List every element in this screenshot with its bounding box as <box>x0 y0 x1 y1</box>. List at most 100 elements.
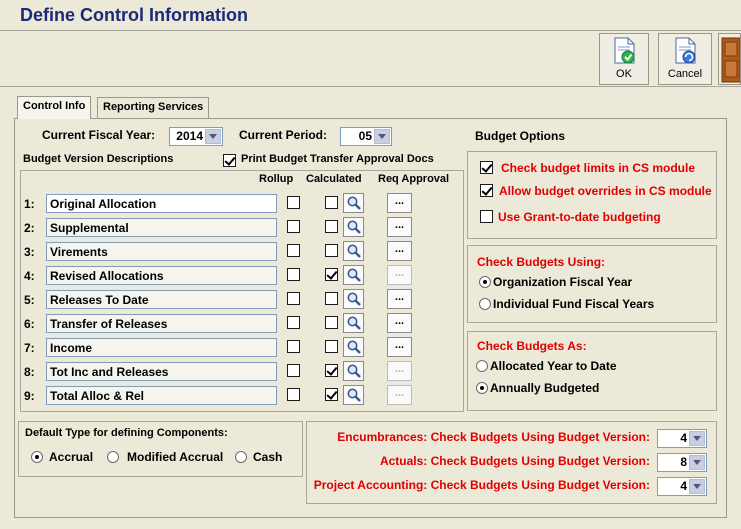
rollup-checkbox[interactable] <box>287 340 300 353</box>
org-fiscal-year-label: Organization Fiscal Year <box>493 275 633 289</box>
project-accounting-label: Project Accounting: Check Budgets Using … <box>313 478 650 492</box>
lookup-button[interactable] <box>343 313 364 333</box>
check-limits-label: Check budget limits in CS module <box>501 161 696 175</box>
req-approval-button[interactable]: ... <box>387 289 412 309</box>
magnifier-icon <box>347 340 361 354</box>
actuals-version-value: 8 <box>680 455 687 469</box>
budget-version-label: Budget Version Descriptions <box>23 153 174 165</box>
encumbrances-label: Encumbrances: Check Budgets Using Budget… <box>337 430 650 444</box>
version-number: 1: <box>24 197 35 211</box>
version-description-input[interactable]: Tot Inc and Releases <box>46 362 277 381</box>
version-description-input[interactable]: Income <box>46 338 277 357</box>
calculated-checkbox[interactable] <box>325 268 338 281</box>
calculated-checkbox[interactable] <box>325 292 338 305</box>
calculated-checkbox[interactable] <box>325 220 338 233</box>
version-description-input[interactable]: Original Allocation <box>46 194 277 213</box>
rollup-checkbox[interactable] <box>287 244 300 257</box>
rollup-checkbox[interactable] <box>287 268 300 281</box>
tab-reporting-services[interactable]: Reporting Services <box>97 97 210 118</box>
lookup-button[interactable] <box>343 241 364 261</box>
annually-budgeted-radio[interactable] <box>476 382 488 394</box>
modified-accrual-radio[interactable] <box>107 451 119 463</box>
req-approval-button[interactable]: ... <box>387 313 412 333</box>
actuals-version-select[interactable]: 8 <box>657 453 707 472</box>
calculated-checkbox[interactable] <box>325 340 338 353</box>
lookup-button[interactable] <box>343 193 364 213</box>
fiscal-year-label: Current Fiscal Year: <box>42 128 156 142</box>
lookup-button[interactable] <box>343 361 364 381</box>
rollup-header: Rollup <box>259 173 294 185</box>
req-approval-button[interactable]: ... <box>387 217 412 237</box>
lookup-button[interactable] <box>343 265 364 285</box>
calculated-checkbox[interactable] <box>325 388 338 401</box>
cash-radio[interactable] <box>235 451 247 463</box>
current-period-select[interactable]: 05 <box>340 127 392 146</box>
rollup-checkbox[interactable] <box>287 316 300 329</box>
encumbrances-version-select[interactable]: 4 <box>657 429 707 448</box>
magnifier-icon <box>347 244 361 258</box>
chevron-down-icon[interactable] <box>689 455 705 470</box>
calculated-checkbox[interactable] <box>325 196 338 209</box>
version-number: 3: <box>24 245 35 259</box>
lookup-button[interactable] <box>343 217 364 237</box>
lookup-button[interactable] <box>343 337 364 357</box>
rollup-checkbox[interactable] <box>287 388 300 401</box>
allow-overrides-checkbox[interactable] <box>480 184 493 197</box>
req-approval-button[interactable]: ... <box>387 241 412 261</box>
ok-button[interactable]: OK <box>599 33 649 85</box>
version-number: 6: <box>24 317 35 331</box>
lookup-button[interactable] <box>343 289 364 309</box>
allocated-ytd-radio[interactable] <box>476 360 488 372</box>
fiscal-year-value: 2014 <box>176 129 203 143</box>
rollup-checkbox[interactable] <box>287 196 300 209</box>
version-description-input[interactable]: Transfer of Releases <box>46 314 277 333</box>
cash-label: Cash <box>253 450 283 464</box>
version-description-input[interactable]: Virements <box>46 242 277 261</box>
window-title: Define Control Information <box>20 5 248 25</box>
cancel-button[interactable]: Cancel <box>658 33 712 85</box>
cancel-label: Cancel <box>667 68 703 80</box>
rollup-checkbox[interactable] <box>287 364 300 377</box>
rollup-checkbox[interactable] <box>287 220 300 233</box>
current-period-label: Current Period: <box>239 128 328 142</box>
print-docs-checkbox[interactable] <box>223 154 236 167</box>
version-description-input[interactable]: Total Alloc & Rel <box>46 386 277 405</box>
project-accounting-version-value: 4 <box>680 479 687 493</box>
check-as-title: Check Budgets As: <box>477 339 587 353</box>
grant-to-date-checkbox[interactable] <box>480 210 493 223</box>
fiscal-year-select[interactable]: 2014 <box>169 127 223 146</box>
accrual-radio[interactable] <box>31 451 43 463</box>
exit-door-icon <box>721 37 740 83</box>
grant-to-date-label: Use Grant-to-date budgeting <box>498 210 661 224</box>
allocated-ytd-label: Allocated Year to Date <box>490 359 617 373</box>
version-number: 2: <box>24 221 35 235</box>
chevron-down-icon[interactable] <box>205 129 221 144</box>
req-approval-button[interactable]: ... <box>387 337 412 357</box>
encumbrances-version-value: 4 <box>680 431 687 445</box>
calculated-checkbox[interactable] <box>325 364 338 377</box>
tab-control-info[interactable]: Control Info <box>17 96 92 119</box>
version-description-input[interactable]: Revised Allocations <box>46 266 277 285</box>
req-approval-button[interactable]: ... <box>387 193 412 213</box>
version-description-input[interactable]: Supplemental <box>46 218 277 237</box>
org-fiscal-year-radio[interactable] <box>479 276 491 288</box>
version-description-input[interactable]: Releases To Date <box>46 290 277 309</box>
ok-document-icon <box>614 37 635 64</box>
chevron-down-icon[interactable] <box>689 431 705 446</box>
check-limits-checkbox[interactable] <box>480 161 493 174</box>
fund-fiscal-years-radio[interactable] <box>479 298 491 310</box>
version-number: 4: <box>24 269 35 283</box>
rollup-checkbox[interactable] <box>287 292 300 305</box>
project-accounting-version-select[interactable]: 4 <box>657 477 707 496</box>
lookup-button[interactable] <box>343 385 364 405</box>
exit-button[interactable] <box>718 33 741 85</box>
calculated-checkbox[interactable] <box>325 244 338 257</box>
current-period-value: 05 <box>358 129 372 143</box>
chevron-down-icon[interactable] <box>374 129 390 144</box>
calculated-checkbox[interactable] <box>325 316 338 329</box>
cancel-document-icon <box>675 37 696 64</box>
annually-budgeted-label: Annually Budgeted <box>490 381 600 395</box>
req-approval-header: Req Approval <box>378 173 450 185</box>
magnifier-icon <box>347 220 361 234</box>
chevron-down-icon[interactable] <box>689 479 705 494</box>
